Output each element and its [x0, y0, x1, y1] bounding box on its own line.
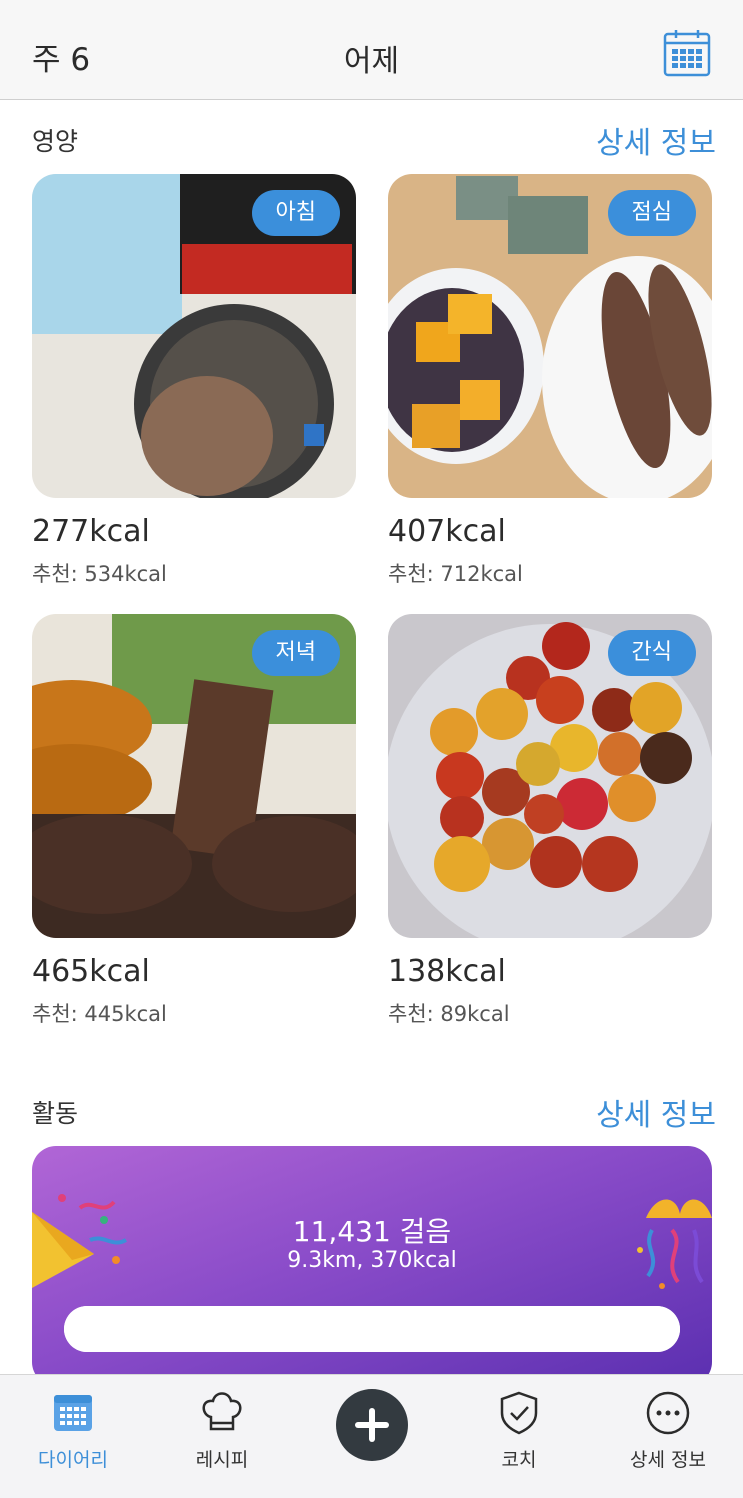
plus-icon: [355, 1408, 389, 1442]
activity-details-link[interactable]: 상세 정보: [500, 1090, 716, 1134]
meal-card-lunch[interactable]: 점심 407kcal 추천: 712kcal: [388, 174, 712, 586]
meal-badge: 간식: [607, 630, 696, 676]
tab-label: 코치: [501, 1449, 537, 1471]
calendar-icon[interactable]: [662, 28, 712, 78]
activity-title: 활동: [32, 1099, 79, 1128]
meal-badge: 점심: [607, 190, 696, 236]
lunch-photo[interactable]: 점심: [388, 174, 712, 498]
meal-card-snack[interactable]: 간식 138kcal 추천: 89kcal: [388, 614, 712, 1026]
steps-progress-fill: [64, 1306, 680, 1352]
tab-label: 상세 정보: [630, 1449, 706, 1471]
meal-kcal: 465kcal: [32, 954, 150, 989]
tab-coach[interactable]: 코치: [459, 1389, 579, 1472]
meal-recommended: 추천: 712kcal: [388, 562, 523, 586]
dinner-photo[interactable]: 저녁: [32, 614, 356, 938]
meal-recommended: 추천: 89kcal: [388, 1002, 510, 1026]
nutrition-title: 영양: [32, 127, 79, 156]
bottom-tab-bar: 다이어리 레시피 코치 상세 정보: [0, 1374, 743, 1498]
meal-recommended: 추천: 445kcal: [32, 1002, 167, 1026]
meal-kcal: 407kcal: [388, 514, 506, 549]
meal-recommended: 추천: 534kcal: [32, 562, 167, 586]
snack-photo[interactable]: 간식: [388, 614, 712, 938]
steps-progress-bar: [64, 1306, 680, 1352]
page-title: 어제: [343, 44, 400, 79]
more-icon: [646, 1391, 690, 1435]
meal-kcal: 277kcal: [32, 514, 150, 549]
top-bar: 주 6 어제: [0, 0, 743, 100]
tab-more[interactable]: 상세 정보: [608, 1389, 728, 1472]
activity-card[interactable]: 11,431 걸음 9.3km, 370kcal: [32, 1146, 712, 1386]
meal-card-dinner[interactable]: 저녁 465kcal 추천: 445kcal: [32, 614, 356, 1026]
meal-badge: 아침: [251, 190, 340, 236]
tab-label: 다이어리: [38, 1449, 108, 1471]
steps-count: 11,431 걸음: [292, 1215, 452, 1248]
meal-badge: 저녁: [251, 630, 340, 676]
add-button[interactable]: [336, 1389, 408, 1461]
nutrition-details-link[interactable]: 상세 정보: [500, 118, 716, 162]
tab-diary[interactable]: 다이어리: [13, 1389, 133, 1472]
tab-recipes[interactable]: 레시피: [162, 1389, 282, 1472]
calendar-icon: [54, 1395, 92, 1431]
meal-kcal: 138kcal: [388, 954, 506, 989]
tab-label: 레시피: [195, 1449, 249, 1471]
meal-card-breakfast[interactable]: 아침 277kcal 추천: 534kcal: [32, 174, 356, 586]
chef-hat-icon: [202, 1392, 242, 1431]
shield-check-icon: [500, 1391, 538, 1435]
distance-calories: 9.3km, 370kcal: [287, 1248, 457, 1273]
breakfast-photo[interactable]: 아침: [32, 174, 356, 498]
